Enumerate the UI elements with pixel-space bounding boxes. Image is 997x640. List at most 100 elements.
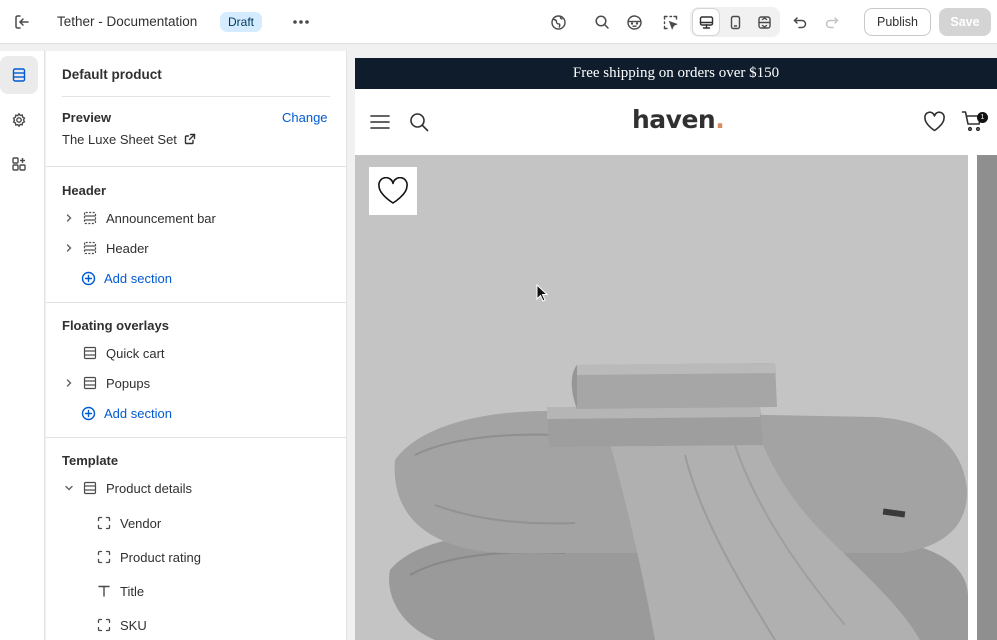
- logo-text: haven: [632, 105, 716, 134]
- divider: [62, 96, 330, 97]
- next-product-image[interactable]: [977, 155, 997, 640]
- chevron-right-icon[interactable]: [62, 211, 76, 225]
- group-title-floating-overlays: Floating overlays: [62, 318, 169, 333]
- add-section-button-header[interactable]: Add section: [80, 266, 172, 290]
- plus-circle-icon: [80, 270, 96, 286]
- chevron-right-icon[interactable]: [62, 241, 76, 255]
- section-item-label: Header: [106, 240, 149, 256]
- block-icon: [96, 617, 112, 633]
- section-item-quick-cart[interactable]: Quick cart: [82, 341, 165, 365]
- text-icon: [96, 583, 112, 599]
- block-item-label: Vendor: [120, 515, 162, 531]
- block-item-label: SKU: [120, 617, 147, 633]
- sections-tab[interactable]: [0, 56, 38, 94]
- block-item-label: Title: [120, 583, 145, 599]
- block-item-label: Product rating: [120, 549, 201, 565]
- add-section-button-overlays[interactable]: Add section: [80, 401, 172, 425]
- undo-icon: [793, 17, 807, 29]
- block-icon: [96, 549, 112, 565]
- logo-dot: .: [715, 105, 725, 134]
- undo-button[interactable]: [786, 8, 814, 36]
- section-item-product-details[interactable]: Product details: [62, 476, 192, 500]
- cart-count-badge: 1: [977, 112, 988, 123]
- mobile-view-button[interactable]: [722, 9, 748, 35]
- block-item-title[interactable]: Title: [96, 579, 144, 603]
- section-icon: [82, 345, 98, 361]
- save-button[interactable]: Save: [939, 8, 991, 36]
- menu-icon[interactable]: [370, 114, 390, 130]
- divider: [46, 437, 346, 438]
- mouse-cursor-icon: [536, 284, 548, 302]
- block-item-vendor[interactable]: Vendor: [96, 511, 161, 535]
- store-header[interactable]: haven.: [355, 89, 997, 155]
- mobile-icon: [730, 15, 740, 29]
- block-item-product-rating[interactable]: Product rating: [96, 545, 201, 569]
- theme-title: Tether - Documentation: [57, 14, 198, 29]
- store-preview[interactable]: Free shipping on orders over $150 haven.…: [355, 58, 997, 640]
- plus-circle-icon: [80, 405, 96, 421]
- block-item-sku[interactable]: SKU: [96, 613, 147, 637]
- add-section-label: Add section: [104, 405, 172, 421]
- section-icon: [82, 210, 98, 226]
- face-icon: [626, 14, 642, 30]
- section-item-label: Quick cart: [106, 345, 165, 361]
- fullscreen-view-button[interactable]: [751, 9, 777, 35]
- group-title-template: Template: [62, 453, 119, 468]
- group-title-header: Header: [62, 183, 107, 198]
- theme-settings-tab[interactable]: [0, 101, 38, 139]
- exit-button[interactable]: [8, 8, 36, 36]
- theme-editor-button[interactable]: [620, 8, 648, 36]
- section-item-announcement-bar[interactable]: Announcement bar: [62, 206, 216, 230]
- section-item-label: Product details: [106, 480, 192, 496]
- store-search-icon[interactable]: [409, 112, 429, 132]
- section-icon: [82, 480, 98, 496]
- section-item-header[interactable]: Header: [62, 236, 149, 260]
- editor-topbar: Tether - Documentation Draft Publish Sav…: [0, 0, 997, 44]
- sheet-set-image: [389, 363, 968, 640]
- product-image[interactable]: [355, 155, 968, 640]
- preview-product-link[interactable]: The Luxe Sheet Set: [62, 127, 196, 151]
- inspector-button[interactable]: [656, 8, 684, 36]
- block-icon: [96, 515, 112, 531]
- sections-sidebar: Default product Preview Change The Luxe …: [46, 51, 347, 640]
- apps-icon: [12, 157, 26, 171]
- heart-icon: [378, 177, 408, 204]
- select-cursor-icon: [663, 15, 678, 30]
- announcement-bar[interactable]: Free shipping on orders over $150: [355, 58, 997, 89]
- external-link-icon: [184, 133, 196, 145]
- more-horizontal-icon: [293, 20, 309, 24]
- globe-icon: [550, 14, 566, 30]
- device-toggle-group: [690, 7, 780, 37]
- page-title: Default product: [62, 67, 162, 82]
- sections-icon: [12, 68, 26, 82]
- publish-button[interactable]: Publish: [864, 8, 931, 36]
- exit-icon: [15, 15, 29, 29]
- preview-label: Preview: [62, 110, 112, 125]
- search-icon: [595, 15, 609, 29]
- search-button[interactable]: [588, 8, 616, 36]
- change-preview-link[interactable]: Change: [282, 110, 328, 125]
- more-actions-button[interactable]: [287, 8, 315, 36]
- status-badge: Draft: [220, 12, 263, 32]
- divider: [46, 302, 346, 303]
- chevron-right-icon[interactable]: [62, 376, 76, 390]
- wishlist-icon[interactable]: [923, 111, 946, 132]
- redo-button[interactable]: [818, 8, 846, 36]
- section-icon: [82, 375, 98, 391]
- chevron-down-icon[interactable]: [62, 481, 76, 495]
- apps-tab[interactable]: [0, 145, 38, 183]
- section-icon: [82, 240, 98, 256]
- section-item-label: Announcement bar: [106, 210, 216, 226]
- expand-icon: [757, 15, 771, 29]
- gear-icon: [12, 112, 26, 128]
- section-item-popups[interactable]: Popups: [62, 371, 150, 395]
- editor-rail: [0, 51, 45, 640]
- language-button[interactable]: [544, 8, 572, 36]
- desktop-view-button[interactable]: [693, 9, 719, 35]
- divider: [46, 166, 346, 167]
- desktop-icon: [699, 15, 713, 29]
- store-logo[interactable]: haven.: [632, 105, 725, 134]
- section-item-label: Popups: [106, 375, 151, 391]
- preview-product-name: The Luxe Sheet Set: [62, 131, 177, 147]
- add-to-wishlist-button[interactable]: [369, 167, 417, 215]
